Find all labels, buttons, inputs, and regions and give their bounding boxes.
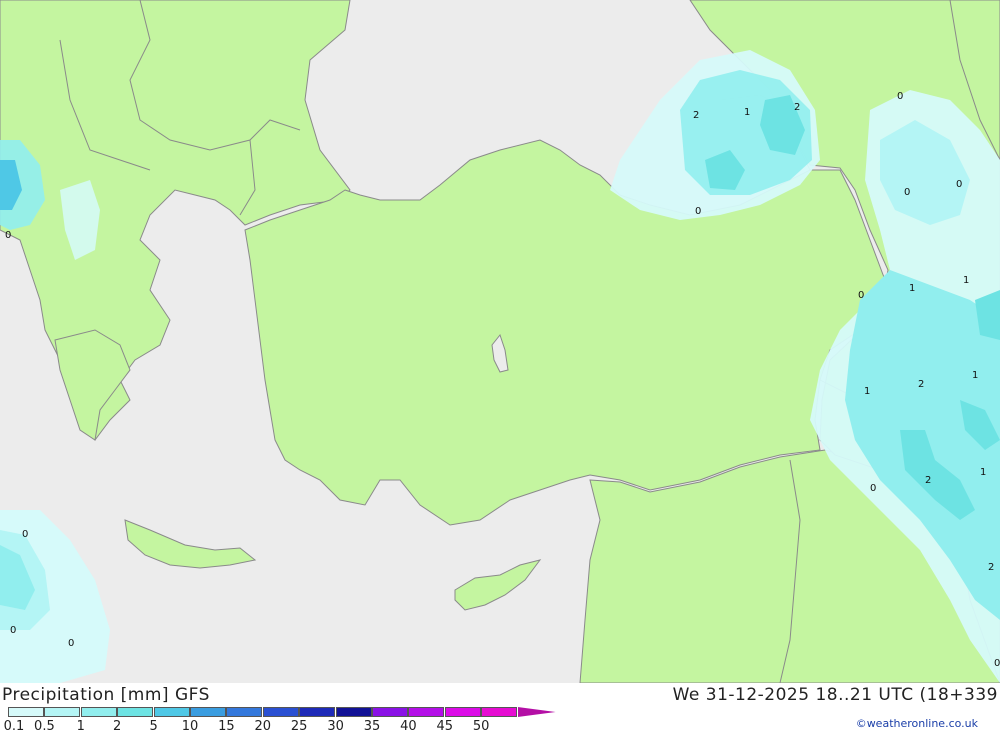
legend-swatch (8, 707, 44, 717)
legend-swatch (299, 707, 336, 717)
map-label: 1 (744, 107, 750, 118)
legend-tick-label: 2 (113, 719, 122, 734)
legend-swatch (153, 707, 190, 717)
legend-tick-label: 0.5 (34, 719, 55, 734)
legend-swatch (226, 707, 263, 717)
legend-swatch (117, 707, 154, 717)
legend-tick-label: 45 (436, 719, 454, 734)
map-label: 2 (693, 110, 699, 121)
map-label: 0 (858, 290, 864, 301)
legend-swatch (44, 707, 81, 717)
legend-tick-label: 1 (76, 719, 85, 734)
legend-tick-label: 10 (181, 719, 199, 734)
legend-swatch (481, 707, 518, 717)
legend-tick-label: 25 (290, 719, 308, 734)
legend-tick-label: 5 (149, 719, 158, 734)
credit-link[interactable]: ©weatheronline.co.uk (856, 717, 978, 730)
map-label: 2 (988, 562, 994, 573)
valid-time: We 31-12-2025 18..21 UTC (18+339 (672, 685, 998, 705)
precipitation-map: 2 1 2 0 0 0 0 0 1 1 1 2 1 0 2 1 2 0 0 0 … (0, 0, 1000, 683)
legend-swatch (517, 707, 556, 717)
map-label: 0 (904, 187, 910, 198)
map-label: 0 (956, 179, 962, 190)
legend-tick-label: 35 (363, 719, 381, 734)
map-label: 0 (22, 529, 28, 540)
legend-tick-label: 20 (254, 719, 272, 734)
footer-bar: Precipitation [mm] GFS We 31-12-2025 18.… (0, 683, 1000, 734)
legend-tick-label: 30 (327, 719, 344, 734)
legend-swatch (335, 707, 372, 717)
legend-swatch (262, 707, 299, 717)
map-label: 2 (918, 379, 924, 390)
legend-swatch (372, 707, 408, 717)
legend-swatch (190, 707, 226, 717)
legend-tick-label: 40 (400, 719, 417, 734)
map-label: 0 (897, 91, 903, 102)
map-label: 2 (794, 102, 800, 113)
map-label: 1 (909, 283, 915, 294)
legend-tick-label: 50 (472, 719, 490, 734)
map-label: 1 (864, 386, 870, 397)
map-label: 1 (963, 275, 969, 286)
legend-swatch (408, 707, 445, 717)
map-title: Precipitation [mm] GFS (2, 685, 210, 705)
legend-tick-label: 15 (218, 719, 235, 734)
map-label: 0 (5, 230, 11, 241)
map-label: 0 (695, 206, 701, 217)
map-label: 1 (972, 370, 978, 381)
legend-tick-label: 0.1 (3, 719, 25, 734)
legend-swatch (444, 707, 481, 717)
map-label: 2 (925, 475, 931, 486)
map-label: 0 (68, 638, 74, 649)
map-label: 0 (870, 483, 876, 494)
map-label: 1 (980, 467, 986, 478)
legend-swatch (80, 707, 117, 717)
map-label: 0 (10, 625, 16, 636)
map-label: 0 (994, 658, 1000, 669)
